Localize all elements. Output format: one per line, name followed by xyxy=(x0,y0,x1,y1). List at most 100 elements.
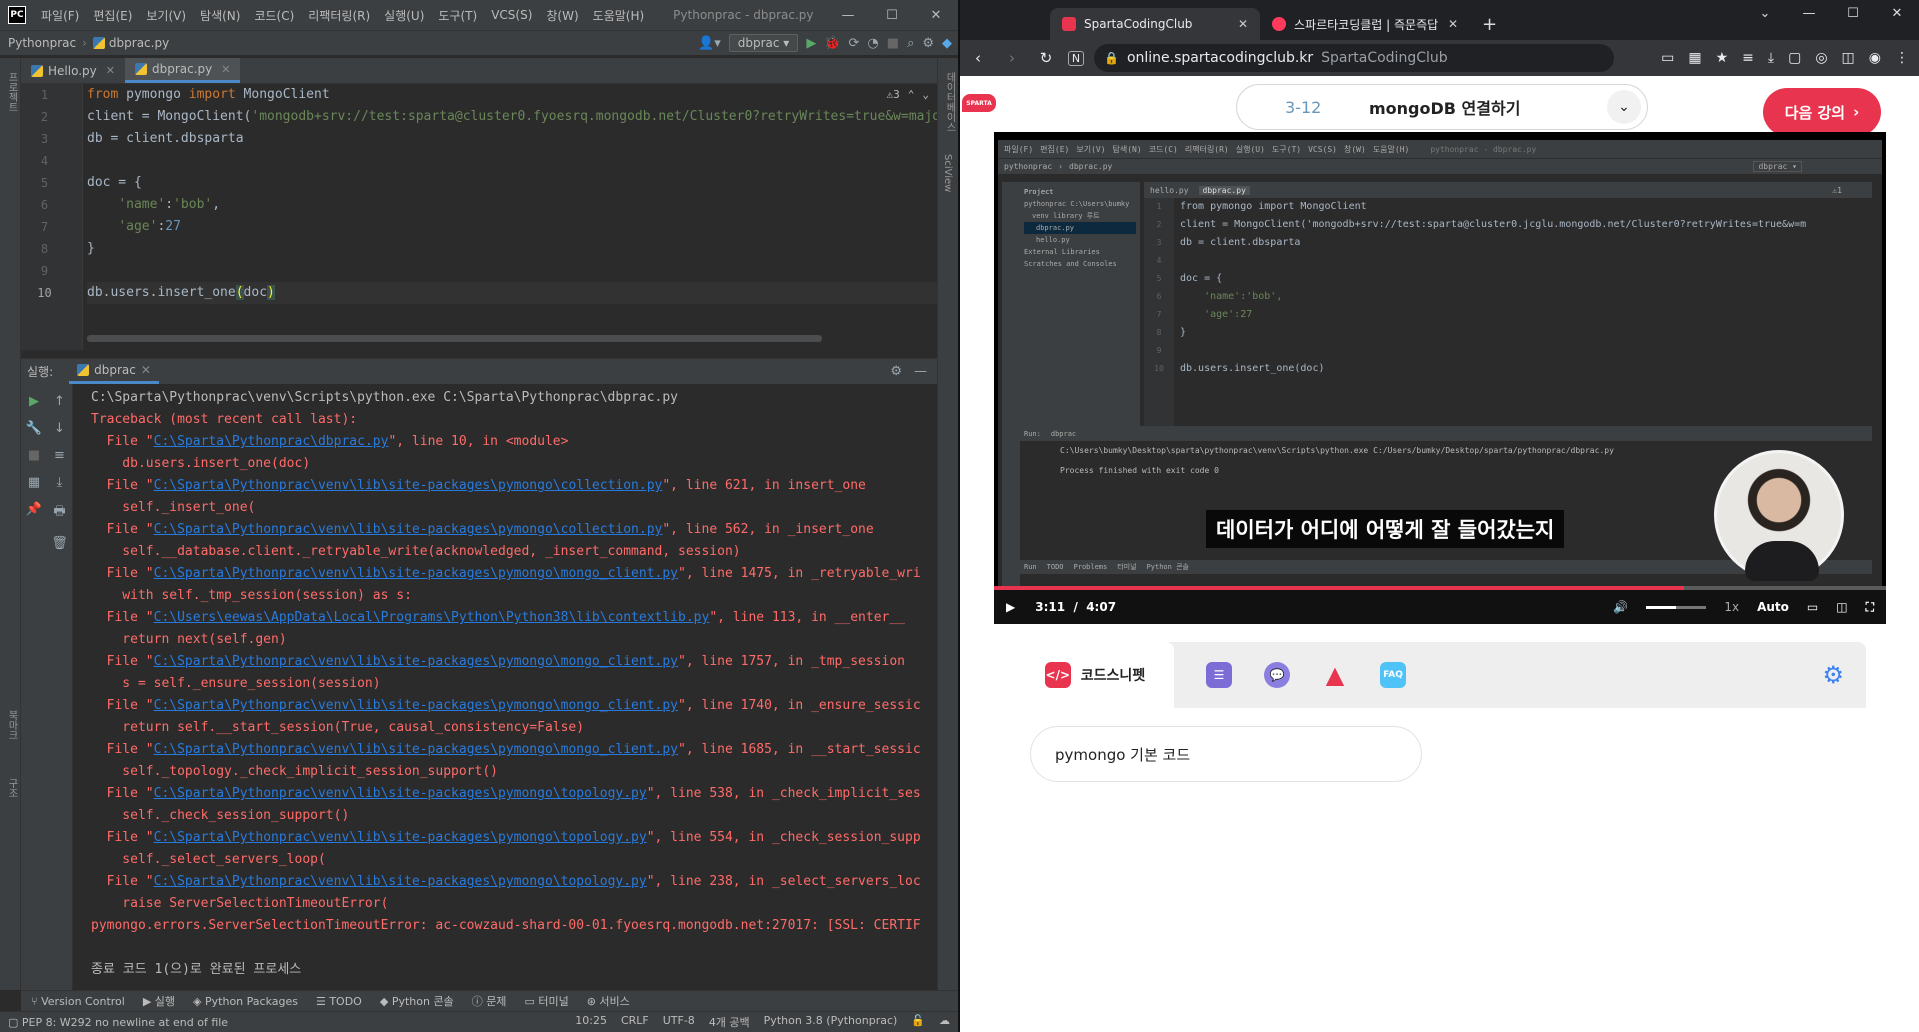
user-icon[interactable]: 👤▾ xyxy=(698,36,721,51)
volume-icon[interactable]: 🔊 xyxy=(1613,600,1628,614)
file-link[interactable]: C:\Sparta\Pythonprac\venv\lib\site-packa… xyxy=(154,654,678,669)
lecture-video[interactable]: 파일(F) 편집(E) 보기(V) 탐색(N) 코드(C) 리팩터링(R) 실행(U) 도… xyxy=(994,132,1886,624)
profile-icon[interactable]: ◉ xyxy=(1869,50,1881,66)
close-tab-icon[interactable]: ✕ xyxy=(106,64,115,77)
code-editor[interactable]: 123 456 789 10 from pymongo import Mongo… xyxy=(21,84,937,350)
plugin-icon[interactable]: ◆ xyxy=(942,36,952,51)
naver-icon[interactable]: N xyxy=(1068,50,1084,66)
tool-run[interactable]: ▶ 실행 xyxy=(143,993,175,1009)
file-link[interactable]: C:\Sparta\Pythonprac\dbprac.py xyxy=(154,434,389,449)
minimize-icon[interactable]: — xyxy=(826,8,870,23)
chevron-down-icon[interactable]: ⌄ xyxy=(922,88,929,101)
sciview-tool-button[interactable]: SciView xyxy=(942,154,953,192)
menu-edit[interactable]: 편집(E) xyxy=(86,7,139,24)
tool-version-control[interactable]: ⑂ Version Control xyxy=(31,995,125,1008)
close-icon[interactable]: ✕ xyxy=(1875,0,1919,28)
tool-problems[interactable]: ⓘ 문제 xyxy=(472,993,507,1009)
grid-icon[interactable]: ▦ xyxy=(1688,50,1701,66)
next-lesson-button[interactable]: 다음 강의 › xyxy=(1763,88,1881,136)
minimize-icon[interactable]: — xyxy=(1787,0,1831,28)
volume-slider[interactable] xyxy=(1646,605,1707,609)
pip-icon[interactable]: ◫ xyxy=(1836,600,1847,614)
close-icon[interactable]: ✕ xyxy=(914,8,958,23)
scroll-to-end-icon[interactable]: ⤓ xyxy=(57,475,63,490)
file-link[interactable]: C:\Sparta\Pythonprac\venv\lib\site-packa… xyxy=(154,874,647,889)
soft-wrap-icon[interactable]: ≡ xyxy=(54,448,65,463)
close-tab-icon[interactable]: ✕ xyxy=(141,363,151,377)
lock-icon[interactable]: 🔒 xyxy=(1104,51,1119,65)
new-tab-button[interactable]: + xyxy=(1470,8,1510,40)
caret-position[interactable]: 10:25 xyxy=(575,1014,607,1030)
stop-icon[interactable]: ■ xyxy=(28,448,40,463)
window-icon[interactable]: ▢ xyxy=(1788,50,1801,66)
browser-tab-qna[interactable]: 스파르타코딩클럽 | 즉문즉답 ✕ xyxy=(1260,8,1470,40)
debug-icon[interactable]: 🐞 xyxy=(824,36,840,51)
menu-help[interactable]: 도움말(H) xyxy=(586,7,652,24)
menu-run[interactable]: 실행(U) xyxy=(377,7,431,24)
horizontal-scrollbar[interactable] xyxy=(87,335,822,342)
settings-gear-icon[interactable]: ⚙ xyxy=(922,36,934,51)
file-link[interactable]: C:\Sparta\Pythonprac\venv\lib\site-packa… xyxy=(154,742,678,757)
pin-icon[interactable]: 📌 xyxy=(26,502,42,517)
rerun-icon[interactable]: ▶ xyxy=(29,394,39,409)
tab-dbprac-py[interactable]: dbprac.py ✕ xyxy=(124,58,241,83)
faq-icon[interactable]: FAQ xyxy=(1380,662,1406,688)
wrench-icon[interactable]: 🔧 xyxy=(26,421,42,436)
play-icon[interactable]: ▶ xyxy=(1006,600,1015,614)
cast-icon[interactable]: ▭ xyxy=(1661,50,1674,66)
profile-icon[interactable]: ◔ xyxy=(867,36,878,51)
file-link[interactable]: C:\Sparta\Pythonprac\venv\lib\site-packa… xyxy=(154,830,647,845)
hide-panel-icon[interactable]: — xyxy=(914,364,927,379)
menu-file[interactable]: 파일(F) xyxy=(34,7,86,24)
settings-gear-icon[interactable]: ⚙ xyxy=(1822,661,1844,689)
sparta-logo[interactable]: SPARTA xyxy=(962,94,996,112)
warning-count[interactable]: ⚠3 xyxy=(887,88,900,101)
bookmark-star-icon[interactable]: ★ xyxy=(1716,50,1729,66)
quality-selector[interactable]: Auto xyxy=(1757,600,1789,614)
run-tab-dbprac[interactable]: dbprac ✕ xyxy=(69,359,159,384)
structure-tool-button[interactable]: 구조 xyxy=(4,778,19,798)
print-icon[interactable]: 🖶 xyxy=(53,502,65,524)
forward-icon[interactable]: › xyxy=(1000,49,1024,67)
menu-refactor[interactable]: 리팩터링(R) xyxy=(301,7,377,24)
snippet-item[interactable]: pymongo 기본 코드 xyxy=(1030,726,1422,782)
lock-icon[interactable]: 🔓 xyxy=(911,1014,925,1030)
menu-navigate[interactable]: 탐색(N) xyxy=(193,7,247,24)
database-tool-button[interactable]: 데이터베이스 xyxy=(942,72,957,132)
back-icon[interactable]: ‹ xyxy=(966,49,990,67)
project-tool-button[interactable]: 프로젝트 xyxy=(4,72,19,112)
tool-todo[interactable]: ☰ TODO xyxy=(316,995,362,1008)
file-link[interactable]: C:\Sparta\Pythonprac\venv\lib\site-packa… xyxy=(154,566,678,581)
sidebar-icon[interactable]: ◫ xyxy=(1842,50,1855,66)
file-link[interactable]: C:\Sparta\Pythonprac\venv\lib\site-packa… xyxy=(154,786,647,801)
file-link[interactable]: C:\Users\eewas\AppData\Local\Programs\Py… xyxy=(154,610,710,625)
menu-icon[interactable]: ⋮ xyxy=(1895,50,1909,66)
tool-python-packages[interactable]: ◈ Python Packages xyxy=(193,995,298,1008)
menu-vcs[interactable]: VCS(S) xyxy=(484,8,539,22)
bookmarks-tool-button[interactable]: 북마크 xyxy=(4,710,19,740)
stop-icon[interactable]: ■ xyxy=(887,36,899,51)
file-link[interactable]: C:\Sparta\Pythonprac\venv\lib\site-packa… xyxy=(154,478,663,493)
capture-icon[interactable]: ◎ xyxy=(1815,50,1827,66)
breadcrumb-project[interactable]: Pythonprac xyxy=(8,36,76,50)
warning-icon[interactable]: ▲ xyxy=(1322,661,1348,689)
checklist-icon[interactable]: ☰ xyxy=(1206,662,1232,688)
reload-icon[interactable]: ↻ xyxy=(1034,49,1058,67)
coverage-icon[interactable]: ⟳ xyxy=(849,36,860,51)
menu-window[interactable]: 창(W) xyxy=(539,7,585,24)
maximize-icon[interactable]: ☐ xyxy=(870,8,914,23)
chat-bubble-icon[interactable]: 💬 xyxy=(1264,662,1290,688)
file-link[interactable]: C:\Sparta\Pythonprac\venv\lib\site-packa… xyxy=(154,698,678,713)
run-console[interactable]: C:\Sparta\Pythonprac\venv\Scripts\python… xyxy=(73,384,937,990)
close-tab-icon[interactable]: ✕ xyxy=(1448,17,1458,31)
arrow-down-icon[interactable]: ↓ xyxy=(54,421,65,436)
download-icon[interactable]: ⤓ xyxy=(1768,50,1774,66)
menu-code[interactable]: 코드(C) xyxy=(247,7,301,24)
layout-icon[interactable]: ▦ xyxy=(28,475,40,490)
playback-speed[interactable]: 1x xyxy=(1724,600,1739,614)
run-icon[interactable]: ▶ xyxy=(806,36,816,51)
captions-icon[interactable]: ▭ xyxy=(1807,600,1818,614)
indent-setting[interactable]: 4개 공백 xyxy=(709,1014,750,1030)
browser-tab-sparta[interactable]: SpartaCodingClub ✕ xyxy=(1050,8,1260,40)
tool-terminal[interactable]: ▭ 터미널 xyxy=(524,993,568,1009)
